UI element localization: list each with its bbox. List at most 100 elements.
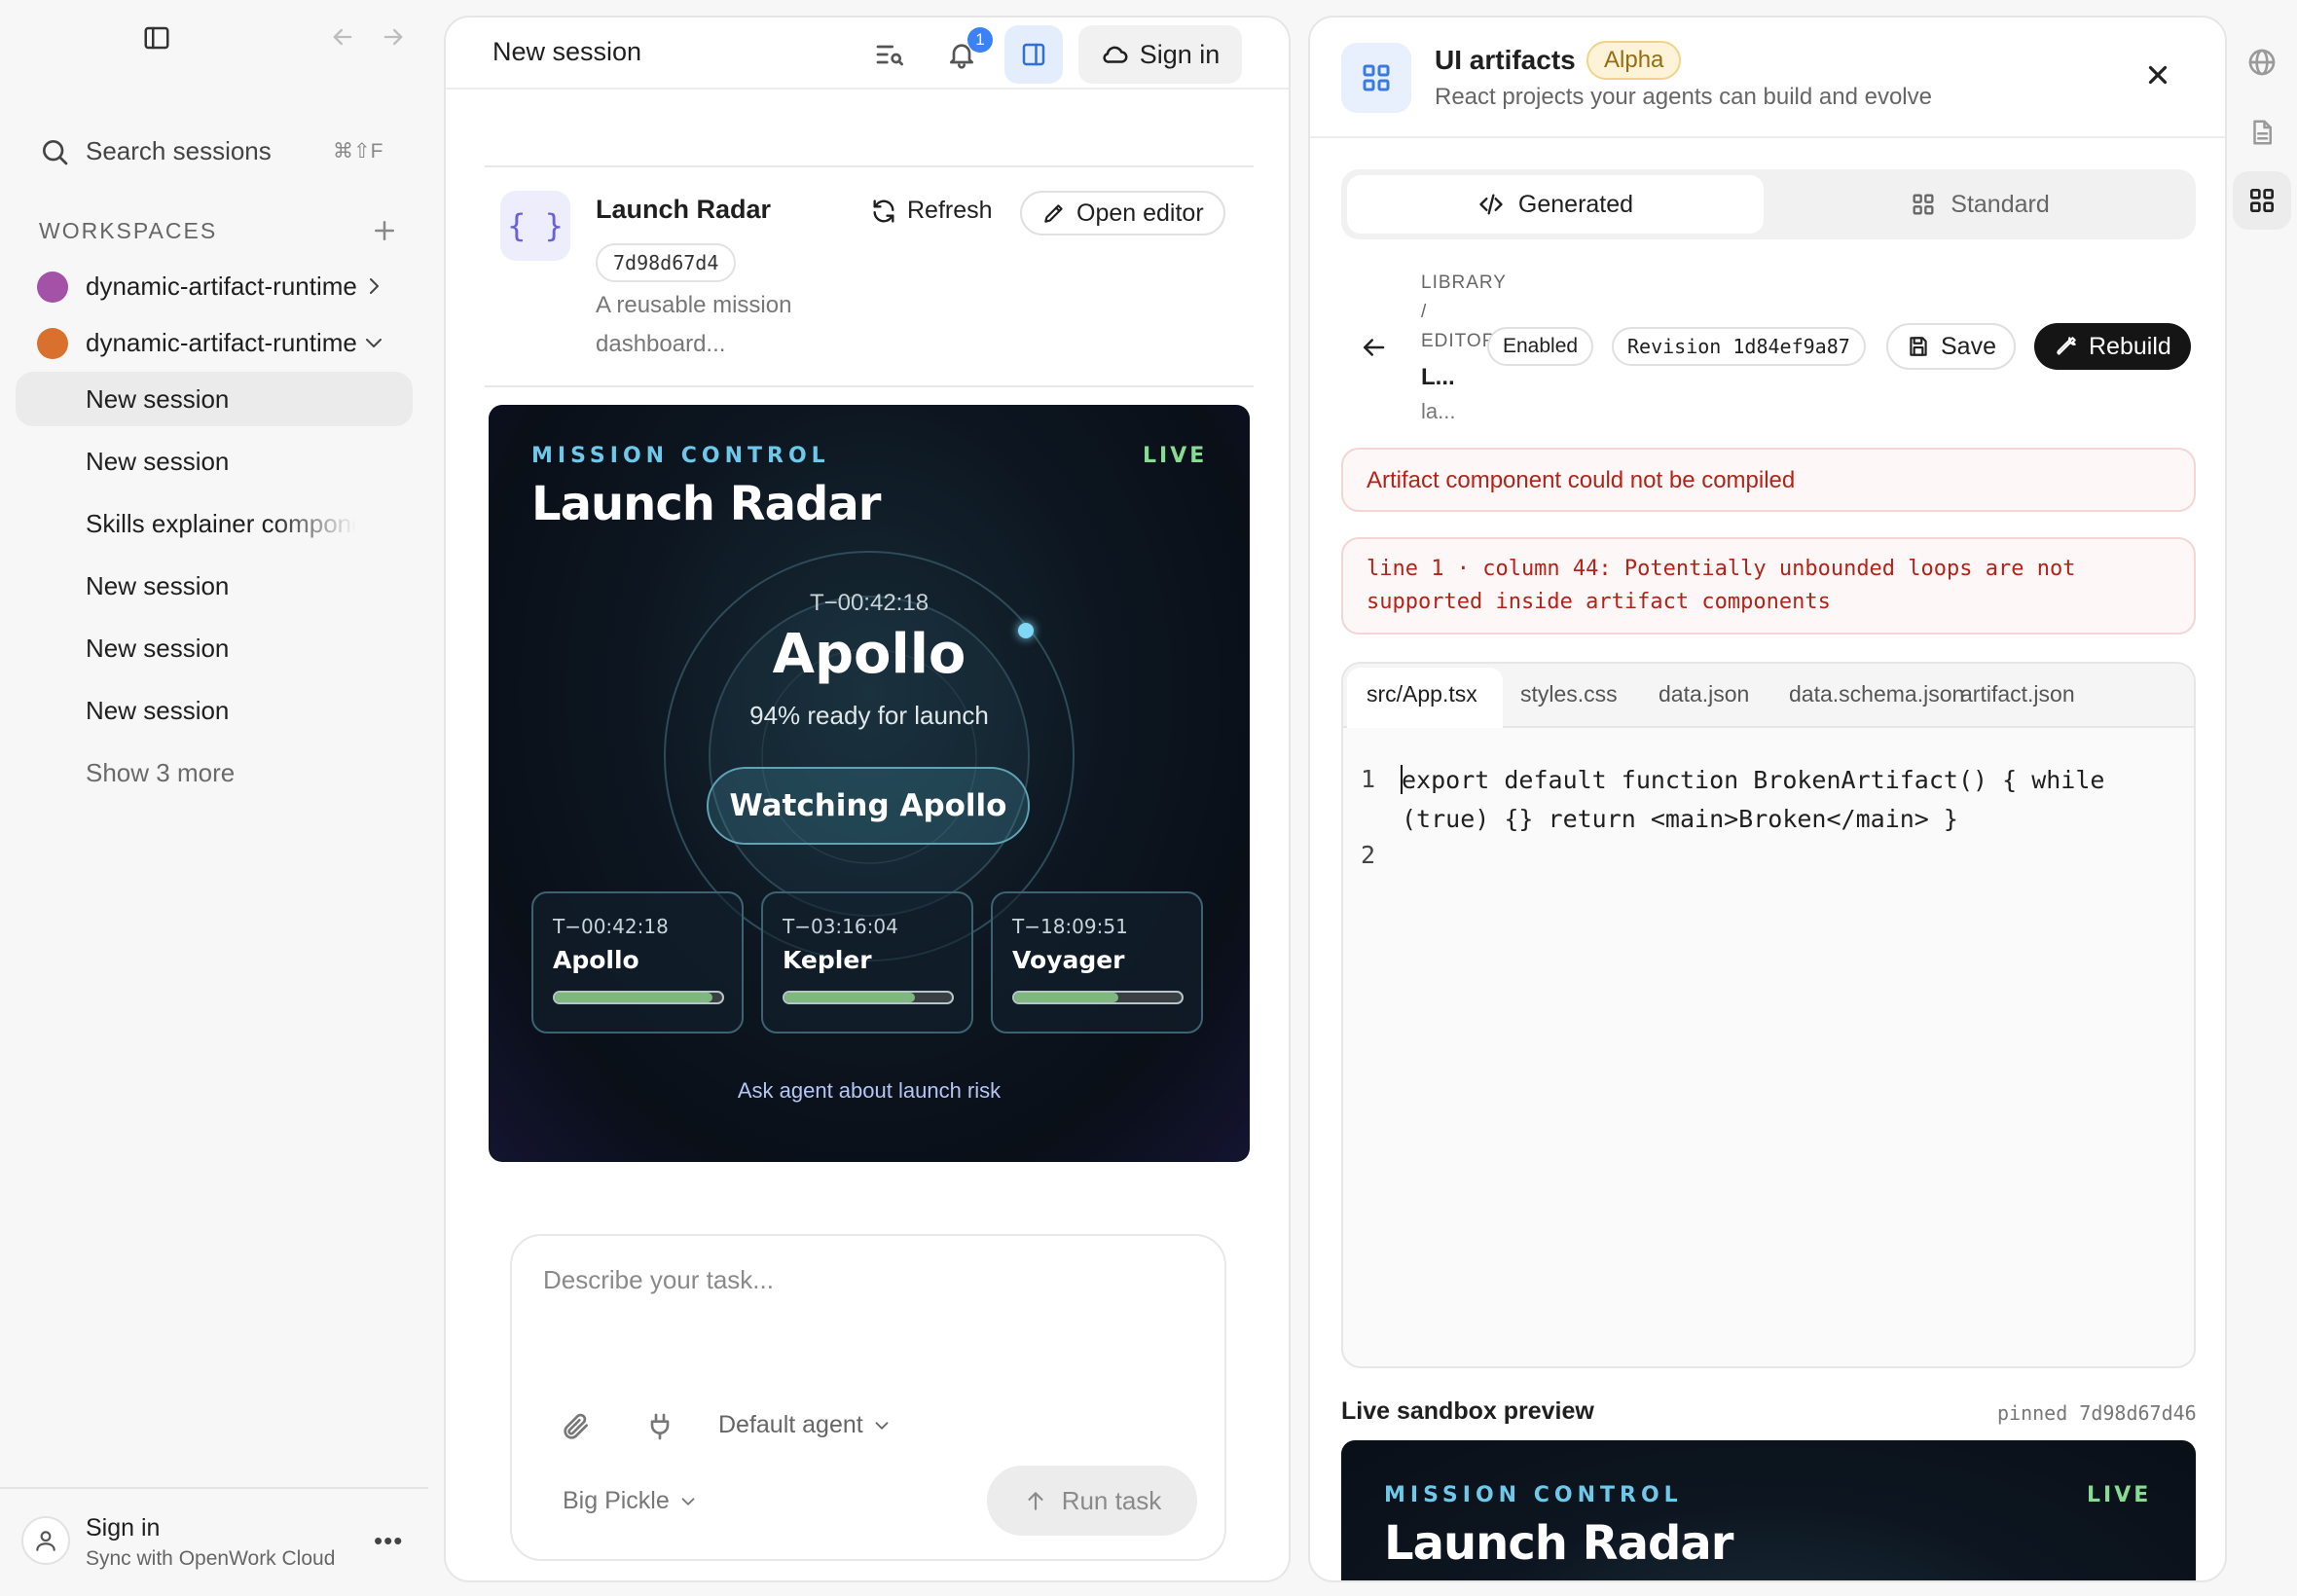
workspace-name: dynamic-artifact-runtime <box>86 272 357 301</box>
preview-live-indicator: LIVE <box>2087 1483 2152 1507</box>
toggle-sidebar-icon[interactable] <box>142 23 171 53</box>
mission-title: Launch Radar <box>531 477 881 531</box>
notifications-bell-icon[interactable]: 1 <box>934 25 993 84</box>
account-subtitle: Sync with OpenWork Cloud <box>86 1547 336 1570</box>
session-item[interactable]: New session <box>16 621 413 675</box>
preview-title: Launch Radar <box>1384 1516 1733 1571</box>
workspace-item[interactable]: dynamic-artifact-runtime <box>37 321 387 364</box>
header-divider <box>1310 136 2225 138</box>
mission-control-card: MISSION CONTROL LIVE Launch Radar T−00:4… <box>489 405 1250 1162</box>
mission-progress <box>553 991 724 1004</box>
chevron-down-icon <box>362 331 385 354</box>
search-transcript-icon[interactable] <box>862 25 917 84</box>
ready-text: 94% ready for launch <box>749 701 989 730</box>
ask-agent-link[interactable]: Ask agent about launch risk <box>489 1078 1250 1104</box>
mission-eyebrow: MISSION CONTROL <box>531 444 830 468</box>
back-arrow-icon[interactable] <box>1359 333 1388 362</box>
file-tab[interactable]: src/App.tsx <box>1367 681 1477 707</box>
mission-card[interactable]: T−18:09:51 Voyager <box>991 891 1203 1034</box>
live-preview-card: MISSION CONTROL LIVE Launch Radar <box>1341 1440 2196 1580</box>
breadcrumb-library[interactable]: LIBRARY <box>1421 272 1507 294</box>
chevron-down-icon <box>677 1491 699 1512</box>
tab-generated-label: Generated <box>1517 190 1634 218</box>
globe-icon[interactable] <box>2233 33 2291 91</box>
agent-selector[interactable]: Default agent <box>718 1411 893 1439</box>
document-icon[interactable] <box>2233 103 2291 162</box>
attach-paperclip-icon[interactable] <box>561 1411 592 1442</box>
artifacts-grid-icon[interactable] <box>2233 171 2291 230</box>
watching-button[interactable]: Watching Apollo <box>707 767 1030 845</box>
session-item[interactable]: New session <box>16 559 413 613</box>
session-item[interactable]: New session <box>16 434 413 489</box>
mission-countdown: T−18:09:51 <box>1012 915 1128 938</box>
code-text[interactable]: (true) {} return <main>Broken</main> } <box>1402 800 1958 839</box>
task-input[interactable]: Describe your task... <box>543 1265 774 1295</box>
text-cursor <box>1401 765 1403 794</box>
save-label: Save <box>1941 332 1996 360</box>
save-button[interactable]: Save <box>1886 323 2016 370</box>
search-sessions-button[interactable]: Search sessions ⌘⇧F <box>37 132 397 171</box>
task-composer: Describe your task... Default agent Big … <box>510 1234 1226 1561</box>
account-title: Sign in <box>86 1514 161 1542</box>
panel-subtitle: React projects your agents can build and… <box>1435 84 1932 110</box>
search-sessions-label: Search sessions <box>86 136 272 165</box>
breadcrumb-separator: / <box>1421 302 1427 322</box>
file-tab[interactable]: data.schema.json <box>1789 681 1964 707</box>
add-workspace-icon[interactable] <box>370 216 399 245</box>
cloud-icon <box>1101 40 1130 69</box>
mission-card[interactable]: T−00:42:18 Apollo <box>531 891 744 1034</box>
tab-generated[interactable]: Generated <box>1347 175 1764 234</box>
model-selector[interactable]: Big Pickle <box>563 1487 699 1515</box>
file-tab[interactable]: artifact.json <box>1960 681 2075 707</box>
open-editor-button[interactable]: Open editor <box>1020 191 1225 236</box>
artifact-short-name: L... <box>1421 364 1455 390</box>
preview-label: Live sandbox preview <box>1341 1397 1594 1425</box>
line-number: 2 <box>1361 841 1376 869</box>
back-arrow-icon[interactable] <box>329 23 356 51</box>
sign-in-label: Sign in <box>1139 39 1221 69</box>
workspace-item[interactable]: dynamic-artifact-runtime <box>37 265 387 308</box>
code-icon <box>1477 191 1505 218</box>
header-divider <box>446 88 1289 90</box>
line-number: 1 <box>1361 765 1376 793</box>
layout-grid-icon <box>1910 191 1937 218</box>
preview-eyebrow: MISSION CONTROL <box>1384 1483 1683 1507</box>
refresh-button[interactable]: Refresh <box>870 197 993 225</box>
chevron-down-icon <box>871 1415 893 1436</box>
search-icon <box>39 136 70 167</box>
session-panel: New session 1 Sign in { } Launch Radar 7… <box>444 16 1291 1582</box>
code-text[interactable]: export default function BrokenArtifact()… <box>1402 761 2104 800</box>
session-item[interactable]: New session <box>16 683 413 738</box>
alpha-badge: Alpha <box>1586 41 1682 80</box>
more-options-icon[interactable]: ••• <box>374 1526 403 1556</box>
revision-chip: Revision 1d84ef9a87 <box>1612 327 1866 366</box>
sign-in-button[interactable]: Sign in <box>1078 25 1242 84</box>
wrench-icon <box>2054 334 2079 359</box>
search-shortcut: ⌘⇧F <box>333 140 383 163</box>
artifact-braces-icon: { } <box>500 191 570 261</box>
compile-error-title: Artifact component could not be compiled <box>1367 467 1796 493</box>
mission-card[interactable]: T−03:16:04 Kepler <box>761 891 973 1034</box>
right-rail <box>2227 0 2297 1596</box>
plug-icon[interactable] <box>644 1411 675 1442</box>
session-item[interactable]: Skills explainer component <box>16 496 356 551</box>
rebuild-button[interactable]: Rebuild <box>2034 323 2191 370</box>
mission-progress <box>783 991 954 1004</box>
run-task-button[interactable]: Run task <box>987 1466 1197 1536</box>
mission-progress <box>1012 991 1184 1004</box>
notification-badge: 1 <box>967 27 993 53</box>
account-sign-in[interactable]: Sign in Sync with OpenWork Cloud ••• <box>21 1510 411 1578</box>
workspace-name: dynamic-artifact-runtime <box>86 328 357 357</box>
tab-standard[interactable]: Standard <box>1771 175 2188 234</box>
close-icon[interactable] <box>2143 60 2172 90</box>
error-detail-line: supported inside artifact components <box>1367 590 1831 614</box>
forward-arrow-icon[interactable] <box>380 23 407 51</box>
session-item[interactable]: New session <box>16 372 413 426</box>
artifact-short-desc: la... <box>1421 399 1456 423</box>
show-more-sessions[interactable]: Show 3 more <box>16 745 413 800</box>
file-tab[interactable]: data.json <box>1659 681 1749 707</box>
pinned-hash: pinned 7d98d67d46 <box>1997 1401 2197 1425</box>
file-tab[interactable]: styles.css <box>1520 681 1618 707</box>
split-view-toggle[interactable] <box>1004 25 1063 84</box>
mission-countdown: T−00:42:18 <box>553 915 669 938</box>
